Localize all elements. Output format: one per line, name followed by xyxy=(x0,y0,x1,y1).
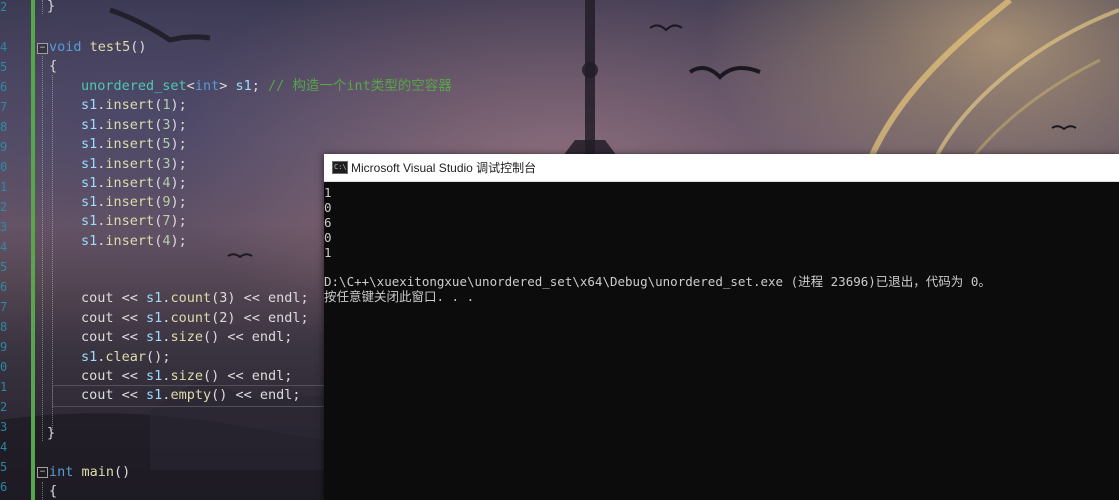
code-line-cout[interactable]: cout << s1.size() << endl; xyxy=(81,367,292,386)
console-app-icon: C:\ xyxy=(332,161,348,174)
line-number: 9 xyxy=(0,140,8,154)
console-press-key-message: 按任意键关闭此窗口. . . xyxy=(324,289,475,304)
line-number: 5 xyxy=(0,260,8,274)
line-number: 9 xyxy=(0,340,8,354)
line-number: 0 xyxy=(0,360,8,374)
code-line[interactable]: } xyxy=(47,424,55,443)
indent-guide xyxy=(52,75,53,430)
line-number-gutter: 2 4 5 6 7 8 9 0 1 2 3 4 5 6 7 8 9 0 1 2 … xyxy=(0,0,30,500)
code-line-cout[interactable]: cout << s1.empty() << endl; xyxy=(81,386,301,405)
line-number: 8 xyxy=(0,320,8,334)
line-number: 8 xyxy=(0,120,8,134)
code-line-insert[interactable]: s1.insert(3); xyxy=(81,116,187,135)
console-title-bar[interactable]: C:\ Microsoft Visual Studio 调试控制台 xyxy=(324,154,1119,182)
line-number: 1 xyxy=(0,180,8,194)
debug-console-window[interactable]: C:\ Microsoft Visual Studio 调试控制台 1 0 6 … xyxy=(324,154,1119,500)
line-number: 1 xyxy=(0,380,8,394)
indent-guide xyxy=(42,56,43,441)
line-number: 6 xyxy=(0,280,8,294)
line-number: 7 xyxy=(0,100,8,114)
console-output-line: 6 xyxy=(324,215,332,230)
code-line-func-test5[interactable]: void test5() xyxy=(49,38,147,57)
change-indicator-bar xyxy=(31,0,35,500)
line-number: 3 xyxy=(0,220,8,234)
line-number: 4 xyxy=(0,440,8,454)
line-number: 2 xyxy=(0,0,8,14)
code-line-insert[interactable]: s1.insert(5); xyxy=(81,135,187,154)
console-exit-message: D:\C++\xuexitongxue\unordered_set\x64\De… xyxy=(324,274,991,289)
code-line-clear[interactable]: s1.clear(); xyxy=(81,348,170,367)
code-line[interactable]: } xyxy=(47,0,55,16)
console-window-title: Microsoft Visual Studio 调试控制台 xyxy=(351,161,537,175)
code-line-cout[interactable]: cout << s1.count(3) << endl; xyxy=(81,289,309,308)
line-number: 5 xyxy=(0,460,8,474)
code-line-insert[interactable]: s1.insert(4); xyxy=(81,174,187,193)
line-number: 3 xyxy=(0,420,8,434)
code-line-insert[interactable]: s1.insert(1); xyxy=(81,96,187,115)
line-number: 7 xyxy=(0,300,8,314)
line-number: 6 xyxy=(0,80,8,94)
code-line-cout[interactable]: cout << s1.size() << endl; xyxy=(81,328,292,347)
line-number: 5 xyxy=(0,60,8,74)
line-number: 4 xyxy=(0,240,8,254)
code-line-insert[interactable]: s1.insert(7); xyxy=(81,212,187,231)
console-output-line: 0 xyxy=(324,230,332,245)
indent-guide xyxy=(42,482,43,500)
code-line-insert[interactable]: s1.insert(3); xyxy=(81,155,187,174)
line-number: 6 xyxy=(0,480,8,494)
console-output-line: 1 xyxy=(324,185,332,200)
line-number: 0 xyxy=(0,160,8,174)
code-line-declaration[interactable]: unordered_set<int> s1; // 构造一个int类型的空容器 xyxy=(81,77,452,96)
console-output-line: 1 xyxy=(324,245,332,260)
console-output-line: 0 xyxy=(324,200,332,215)
code-line-insert[interactable]: s1.insert(4); xyxy=(81,232,187,251)
collapse-icon[interactable]: − xyxy=(37,43,48,54)
code-line-func-main[interactable]: int main() xyxy=(49,463,130,482)
code-line[interactable]: { xyxy=(49,482,57,500)
code-line-cout[interactable]: cout << s1.count(2) << endl; xyxy=(81,309,309,328)
line-number: 4 xyxy=(0,40,8,54)
indent-guide xyxy=(42,0,43,14)
collapse-icon[interactable]: − xyxy=(37,467,48,478)
line-number: 2 xyxy=(0,400,8,414)
line-number: 2 xyxy=(0,200,8,214)
code-line-insert[interactable]: s1.insert(9); xyxy=(81,193,187,212)
code-line[interactable]: { xyxy=(49,57,57,76)
